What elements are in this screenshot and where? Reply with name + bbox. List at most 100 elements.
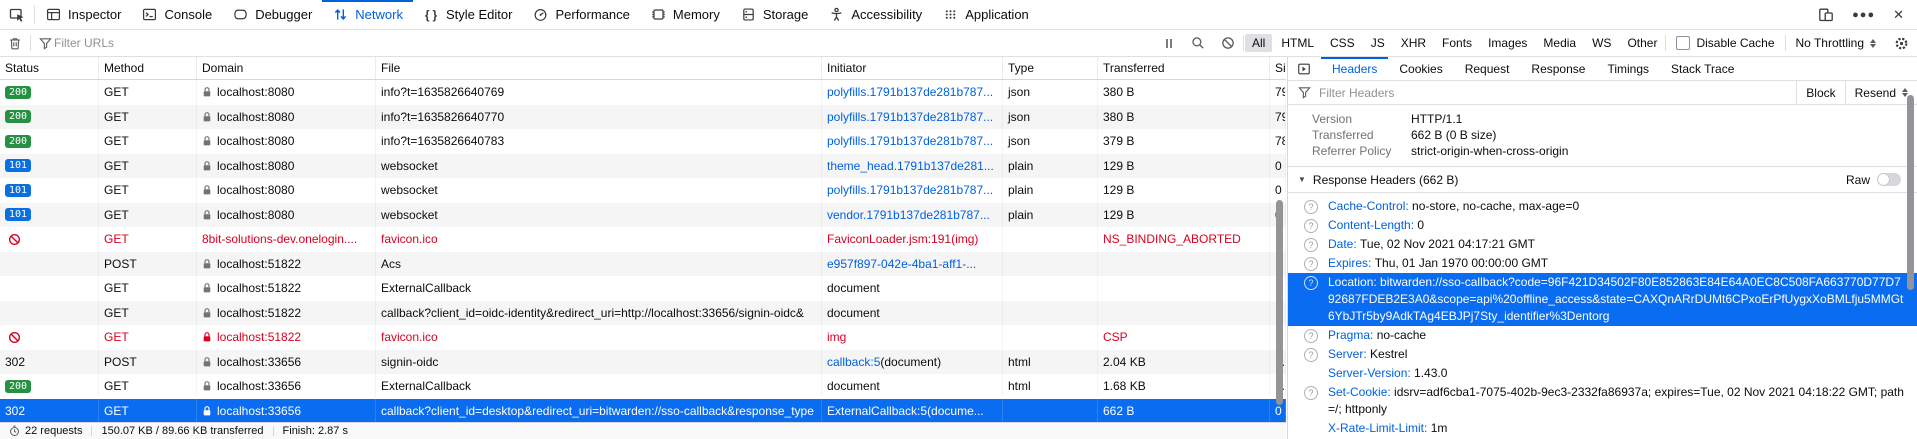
table-row[interactable]: 200GETlocalhost:8080info?t=1635826640783… (0, 129, 1286, 154)
header-row[interactable]: ?Location: bitwarden://sso-callback?code… (1288, 273, 1917, 326)
filter-type-fonts[interactable]: Fonts (1435, 34, 1479, 52)
tab-style-editor[interactable]: { } Style Editor (413, 0, 522, 29)
tab-console[interactable]: Console (131, 0, 222, 29)
network-settings-button[interactable] (1886, 36, 1917, 51)
help-icon[interactable]: ? (1304, 257, 1318, 271)
table-row[interactable]: 200GETlocalhost:8080info?t=1635826640769… (0, 80, 1286, 105)
header-row[interactable]: ?Server-Version: 1.43.0 (1288, 364, 1917, 383)
initiator-link[interactable]: FaviconLoader.jsm:191 (827, 232, 951, 246)
column-header-size[interactable]: Size (1270, 57, 1286, 79)
block-url-button[interactable]: Block (1796, 81, 1844, 104)
header-row[interactable]: ?Date: Tue, 02 Nov 2021 04:17:21 GMT (1288, 235, 1917, 254)
details-tab-headers[interactable]: Headers (1321, 57, 1388, 80)
help-icon[interactable]: ? (1304, 386, 1318, 400)
help-icon[interactable]: ? (1304, 276, 1318, 290)
initiator-link[interactable]: e957f897-042e-4ba1-aff1-... (827, 257, 976, 271)
disable-cache-checkbox[interactable] (1676, 36, 1690, 50)
details-tab-request[interactable]: Request (1454, 57, 1521, 80)
tab-inspector[interactable]: Inspector (35, 0, 131, 29)
initiator-link[interactable]: polyfills.1791b137de281b787... (827, 183, 993, 197)
header-name[interactable]: Content-Length: (1328, 218, 1414, 232)
column-header-type[interactable]: Type (1003, 57, 1098, 79)
table-row[interactable]: GETlocalhost:51822favicon.icoimgCSP (0, 325, 1286, 350)
tab-accessibility[interactable]: Accessibility (818, 0, 932, 29)
column-header-file[interactable]: File (376, 57, 822, 79)
filter-type-js[interactable]: JS (1364, 34, 1392, 52)
header-row[interactable]: ?Expires: Thu, 01 Jan 1970 00:00:00 GMT (1288, 254, 1917, 273)
column-header-transferred[interactable]: Transferred (1098, 57, 1270, 79)
header-name[interactable]: Cache-Control: (1328, 199, 1409, 213)
table-row[interactable]: 101GETlocalhost:8080websocketpolyfills.1… (0, 178, 1286, 203)
initiator-link[interactable]: polyfills.1791b137de281b787... (827, 134, 993, 148)
split-details-button[interactable] (1288, 57, 1321, 80)
header-name[interactable]: Location: (1328, 275, 1377, 289)
column-header-initiator[interactable]: Initiator (822, 57, 1003, 79)
initiator-link[interactable]: vendor.1791b137de281b787... (827, 208, 990, 222)
table-row[interactable]: GETlocalhost:51822ExternalCallbackdocume… (0, 276, 1286, 301)
table-row[interactable]: GET8bit-solutions-dev.onelogin....favico… (0, 227, 1286, 252)
pause-traffic-button[interactable] (1155, 37, 1183, 50)
filter-type-other[interactable]: Other (1620, 34, 1664, 52)
help-icon[interactable]: ? (1304, 348, 1318, 362)
column-header-status[interactable]: Status (0, 57, 99, 79)
help-icon[interactable]: ? (1304, 219, 1318, 233)
search-button[interactable] (1183, 36, 1213, 50)
throttling-select[interactable]: No Throttling (1786, 36, 1886, 50)
header-name[interactable]: Server: (1328, 347, 1367, 361)
tab-memory[interactable]: Memory (640, 0, 730, 29)
filter-type-css[interactable]: CSS (1323, 34, 1362, 52)
filter-headers-input[interactable] (1288, 81, 1317, 104)
table-row[interactable]: 101GETlocalhost:8080websocketvendor.1791… (0, 203, 1286, 228)
help-icon[interactable]: ? (1304, 238, 1318, 252)
header-name[interactable]: Date: (1328, 237, 1357, 251)
filter-type-media[interactable]: Media (1536, 34, 1583, 52)
filter-urls-input[interactable]: Filter URLs (31, 36, 122, 50)
details-tab-cookies[interactable]: Cookies (1388, 57, 1453, 80)
table-row[interactable]: 200GETlocalhost:33656ExternalCallbackdoc… (0, 374, 1286, 399)
tab-network[interactable]: Network (322, 0, 413, 29)
help-icon[interactable]: ? (1304, 329, 1318, 343)
header-name[interactable]: Pragma: (1328, 328, 1373, 342)
tab-debugger[interactable]: Debugger (222, 0, 322, 29)
header-row[interactable]: ?Set-Cookie: idsrv=adf6cba1-7075-402b-9e… (1288, 383, 1917, 419)
header-row[interactable]: ?X-Rate-Limit-Limit: 1m (1288, 419, 1917, 438)
initiator-link[interactable]: theme_head.1791b137de281... (827, 159, 994, 173)
header-name[interactable]: Server-Version: (1328, 366, 1411, 380)
meatball-menu-button[interactable]: ●●● (1843, 9, 1884, 21)
header-row[interactable]: ?Server: Kestrel (1288, 345, 1917, 364)
raw-toggle[interactable] (1877, 173, 1901, 186)
blocking-button[interactable] (1213, 36, 1243, 50)
initiator-link[interactable]: polyfills.1791b137de281b787... (827, 110, 993, 124)
close-devtools-button[interactable]: ✕ (1884, 7, 1913, 23)
initiator-link[interactable]: callback:5 (827, 355, 880, 369)
tab-performance[interactable]: Performance (522, 0, 639, 29)
column-header-method[interactable]: Method (99, 57, 197, 79)
header-row[interactable]: ?Content-Length: 0 (1288, 216, 1917, 235)
table-scrollbar[interactable] (1276, 200, 1283, 405)
header-name[interactable]: Expires: (1328, 256, 1371, 270)
clear-requests-button[interactable] (0, 36, 30, 51)
column-header-domain[interactable]: Domain (197, 57, 376, 79)
table-row[interactable]: POSTlocalhost:51822Acse957f897-042e-4ba1… (0, 252, 1286, 277)
filter-type-html[interactable]: HTML (1274, 34, 1321, 52)
details-tab-timings[interactable]: Timings (1596, 57, 1660, 80)
details-tab-response[interactable]: Response (1520, 57, 1596, 80)
disable-cache-control[interactable]: Disable Cache (1666, 36, 1784, 50)
table-row[interactable]: 101GETlocalhost:8080websockettheme_head.… (0, 154, 1286, 179)
tab-application[interactable]: Application (932, 0, 1039, 29)
header-row[interactable]: ?Cache-Control: no-store, no-cache, max-… (1288, 197, 1917, 216)
table-row[interactable]: 302POSTlocalhost:33656signin-oidccallbac… (0, 350, 1286, 375)
header-name[interactable]: Set-Cookie: (1328, 385, 1391, 399)
help-icon[interactable]: ? (1304, 200, 1318, 214)
header-row[interactable]: ?Pragma: no-cache (1288, 326, 1917, 345)
responsive-design-button[interactable] (1809, 7, 1843, 23)
table-row[interactable]: GETlocalhost:51822callback?client_id=oid… (0, 301, 1286, 326)
tab-storage[interactable]: Storage (730, 0, 819, 29)
table-row[interactable]: 200GETlocalhost:8080info?t=1635826640770… (0, 105, 1286, 130)
initiator-link[interactable]: polyfills.1791b137de281b787... (827, 85, 993, 99)
filter-type-all[interactable]: All (1245, 34, 1272, 52)
filter-type-images[interactable]: Images (1481, 34, 1534, 52)
filter-type-xhr[interactable]: XHR (1394, 34, 1433, 52)
element-picker-button[interactable] (0, 0, 34, 29)
details-scrollbar[interactable] (1907, 95, 1914, 290)
